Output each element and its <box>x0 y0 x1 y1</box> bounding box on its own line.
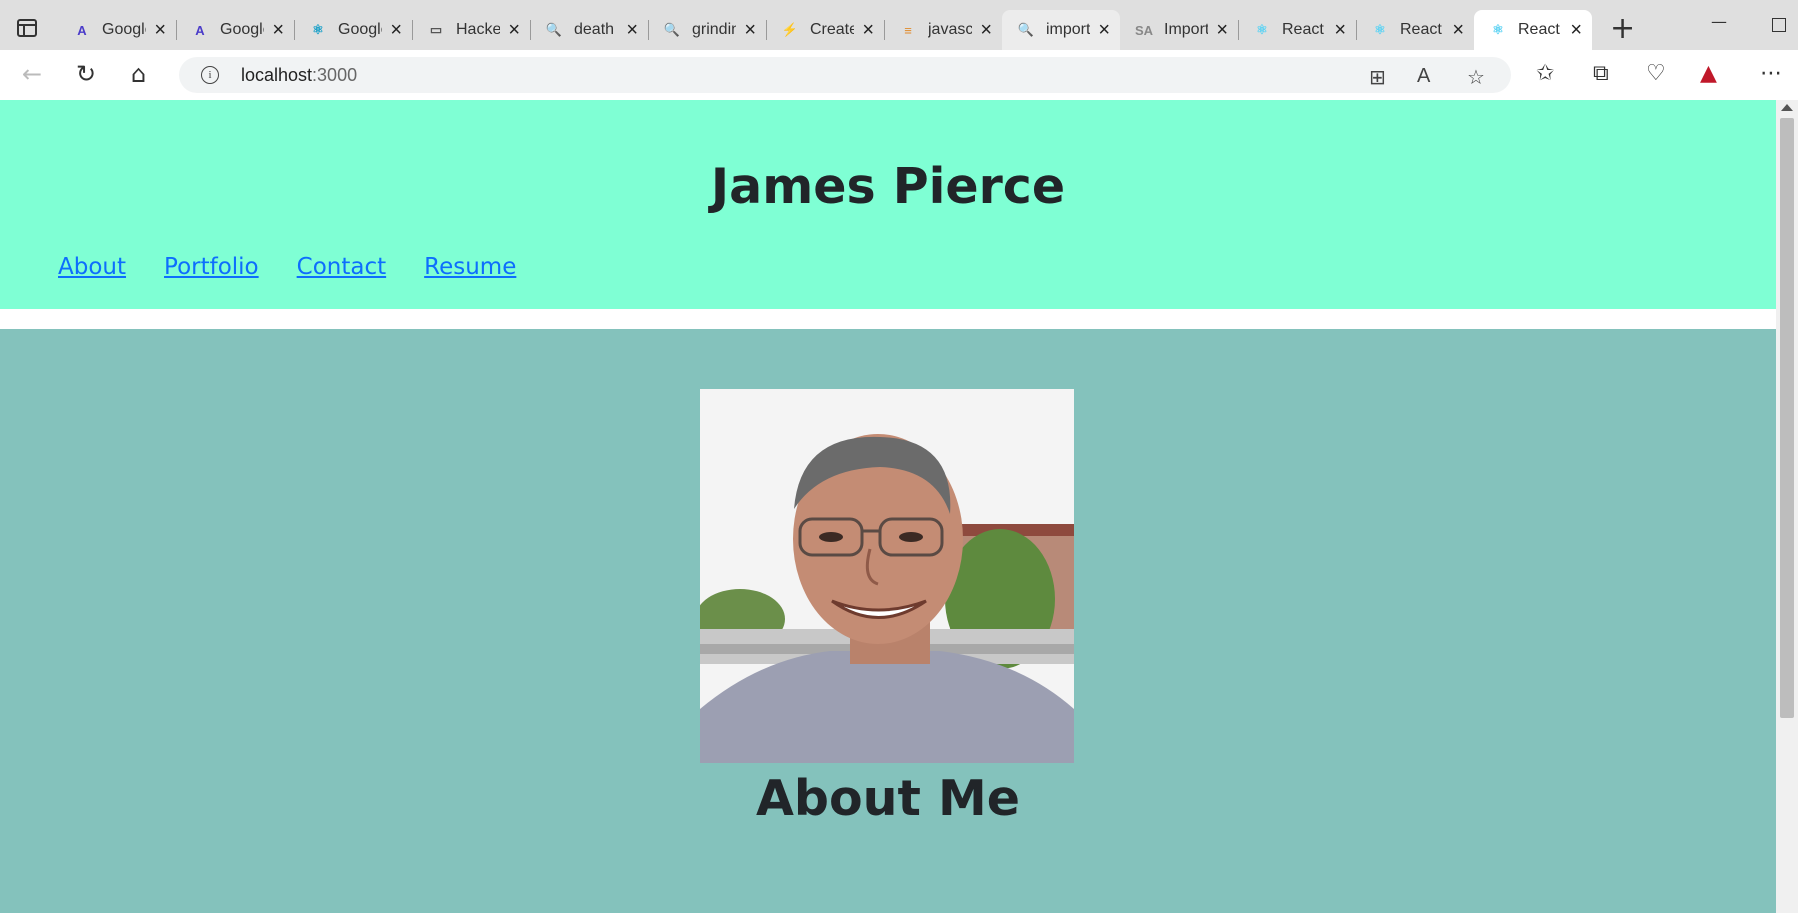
address-bar[interactable]: i localhost:3000 ⊞ A ☆ <box>179 57 1511 93</box>
url-host: localhost <box>241 65 313 85</box>
tab-favicon-icon: ⚛ <box>1374 22 1386 37</box>
tab-favicon-icon: ⚛ <box>312 22 324 37</box>
about-section: About Me <box>0 329 1776 913</box>
url-port: :3000 <box>312 65 358 85</box>
tab-favicon-icon: ⚛ <box>1492 22 1504 37</box>
browser-tab[interactable]: ⚛ React × <box>1356 10 1474 50</box>
tab-title: death <box>574 21 615 38</box>
extension-icon[interactable]: ▲ <box>1700 63 1717 85</box>
new-tab-button[interactable]: + <box>1610 14 1635 44</box>
tab-close-icon[interactable]: × <box>272 20 284 40</box>
tab-favicon-icon: ⚡ <box>781 22 799 37</box>
tab-favicon-icon: 🔍 <box>1017 22 1035 37</box>
tab-title: Create <box>810 21 854 38</box>
page-viewport: James Pierce About Portfolio Contact Resume <box>0 100 1776 913</box>
app-available-icon[interactable]: ⊞ <box>1369 65 1386 89</box>
site-header: James Pierce About Portfolio Contact Resume <box>0 100 1776 309</box>
tab-favicon-icon: A <box>77 22 87 38</box>
browser-essentials-icon[interactable]: ♡ <box>1646 63 1666 85</box>
minimize-icon[interactable]: — <box>1711 12 1727 31</box>
tab-close-icon[interactable]: × <box>1452 20 1464 40</box>
more-menu-icon[interactable]: ⋯ <box>1760 63 1782 85</box>
browser-tab[interactable]: SA Import × <box>1120 10 1238 50</box>
tab-close-icon[interactable]: × <box>744 20 756 40</box>
tab-close-icon[interactable]: × <box>154 20 166 40</box>
tab-close-icon[interactable]: × <box>1098 20 1110 40</box>
nav-link-resume[interactable]: Resume <box>424 254 516 280</box>
address-url[interactable]: localhost:3000 <box>241 65 357 86</box>
tab-title: Google <box>338 21 382 38</box>
back-arrow-icon[interactable]: ← <box>22 62 42 86</box>
tab-favicon-icon: ≡ <box>904 22 912 38</box>
tab-strip: AGoogle×AGoogle×⚛Google×▭Hacker×🔍death×🔍… <box>0 0 1798 50</box>
scroll-thumb[interactable] <box>1780 118 1794 718</box>
collections-icon[interactable]: ⧉ <box>1593 63 1609 85</box>
tab-title: Hacker <box>456 21 500 38</box>
maximize-icon[interactable] <box>1772 18 1786 32</box>
tab-favicon-icon: ▭ <box>429 22 443 37</box>
browser-tab[interactable]: ⚛ React × <box>1238 10 1356 50</box>
tab-title: grinding <box>692 21 736 38</box>
tab-title: Import <box>1164 21 1208 38</box>
profile-photo <box>700 389 1074 763</box>
tab-title: React <box>1282 21 1324 38</box>
tab-favicon-icon: 🔍 <box>663 22 681 37</box>
tab-title: React <box>1518 21 1560 38</box>
browser-tab[interactable]: A Google × <box>176 10 294 50</box>
tab-close-icon[interactable]: × <box>980 20 992 40</box>
nav-link-contact[interactable]: Contact <box>297 254 386 280</box>
favorite-star-icon[interactable]: ☆ <box>1467 65 1485 89</box>
tab-close-icon[interactable]: × <box>508 20 520 40</box>
tab-close-icon[interactable]: × <box>1570 20 1582 40</box>
browser-tab[interactable]: ⚛ Google × <box>294 10 412 50</box>
browser-tab[interactable]: A Google × <box>58 10 176 50</box>
tab-favicon-icon: 🔍 <box>545 22 563 37</box>
read-aloud-icon[interactable]: A <box>1417 65 1430 88</box>
nav-link-portfolio[interactable]: Portfolio <box>164 254 259 280</box>
tab-actions-icon[interactable] <box>17 19 37 37</box>
about-heading: About Me <box>755 770 1021 827</box>
site-info-icon[interactable]: i <box>201 66 219 84</box>
tab-favicon-icon: SA <box>1134 22 1154 38</box>
tab-title: Google <box>220 21 264 38</box>
browser-tab[interactable]: 🔍 import × <box>1002 10 1120 50</box>
tab-close-icon[interactable]: × <box>862 20 874 40</box>
tab-close-icon[interactable]: × <box>1216 20 1228 40</box>
vertical-scrollbar[interactable] <box>1776 100 1798 913</box>
tab-close-icon[interactable]: × <box>626 20 638 40</box>
tab-title: React <box>1400 21 1442 38</box>
browser-tab[interactable]: ▭ Hacker × <box>412 10 530 50</box>
tab-close-icon[interactable]: × <box>390 20 402 40</box>
main-nav: About Portfolio Contact Resume <box>58 254 554 280</box>
tab-favicon-icon: A <box>195 22 205 38</box>
tab-favicon-icon: ⚛ <box>1256 22 1268 37</box>
tab-close-icon[interactable]: × <box>1334 20 1346 40</box>
browser-tab[interactable]: ⚡ Create × <box>766 10 884 50</box>
home-icon[interactable]: ⌂ <box>131 62 146 86</box>
site-title: James Pierce <box>710 158 1066 215</box>
browser-tab[interactable]: ⚛ React × <box>1474 10 1592 50</box>
browser-toolbar: ← ↻ ⌂ i localhost:3000 ⊞ A ☆ ✩ ⧉ ♡ ▲ ⋯ <box>0 50 1798 101</box>
browser-tab[interactable]: 🔍 grinding × <box>648 10 766 50</box>
tab-title: Google <box>102 21 146 38</box>
nav-link-about[interactable]: About <box>58 254 126 280</box>
scroll-up-arrow-icon[interactable] <box>1781 104 1793 111</box>
browser-tab[interactable]: 🔍 death × <box>530 10 648 50</box>
tab-title: javascript <box>928 21 972 38</box>
refresh-icon[interactable]: ↻ <box>76 62 96 86</box>
tab-title: import <box>1046 21 1090 38</box>
favorites-icon[interactable]: ✩ <box>1536 63 1554 85</box>
tab-list: AGoogle×AGoogle×⚛Google×▭Hacker×🔍death×🔍… <box>58 10 1592 50</box>
browser-tab[interactable]: ≡ javascript × <box>884 10 1002 50</box>
